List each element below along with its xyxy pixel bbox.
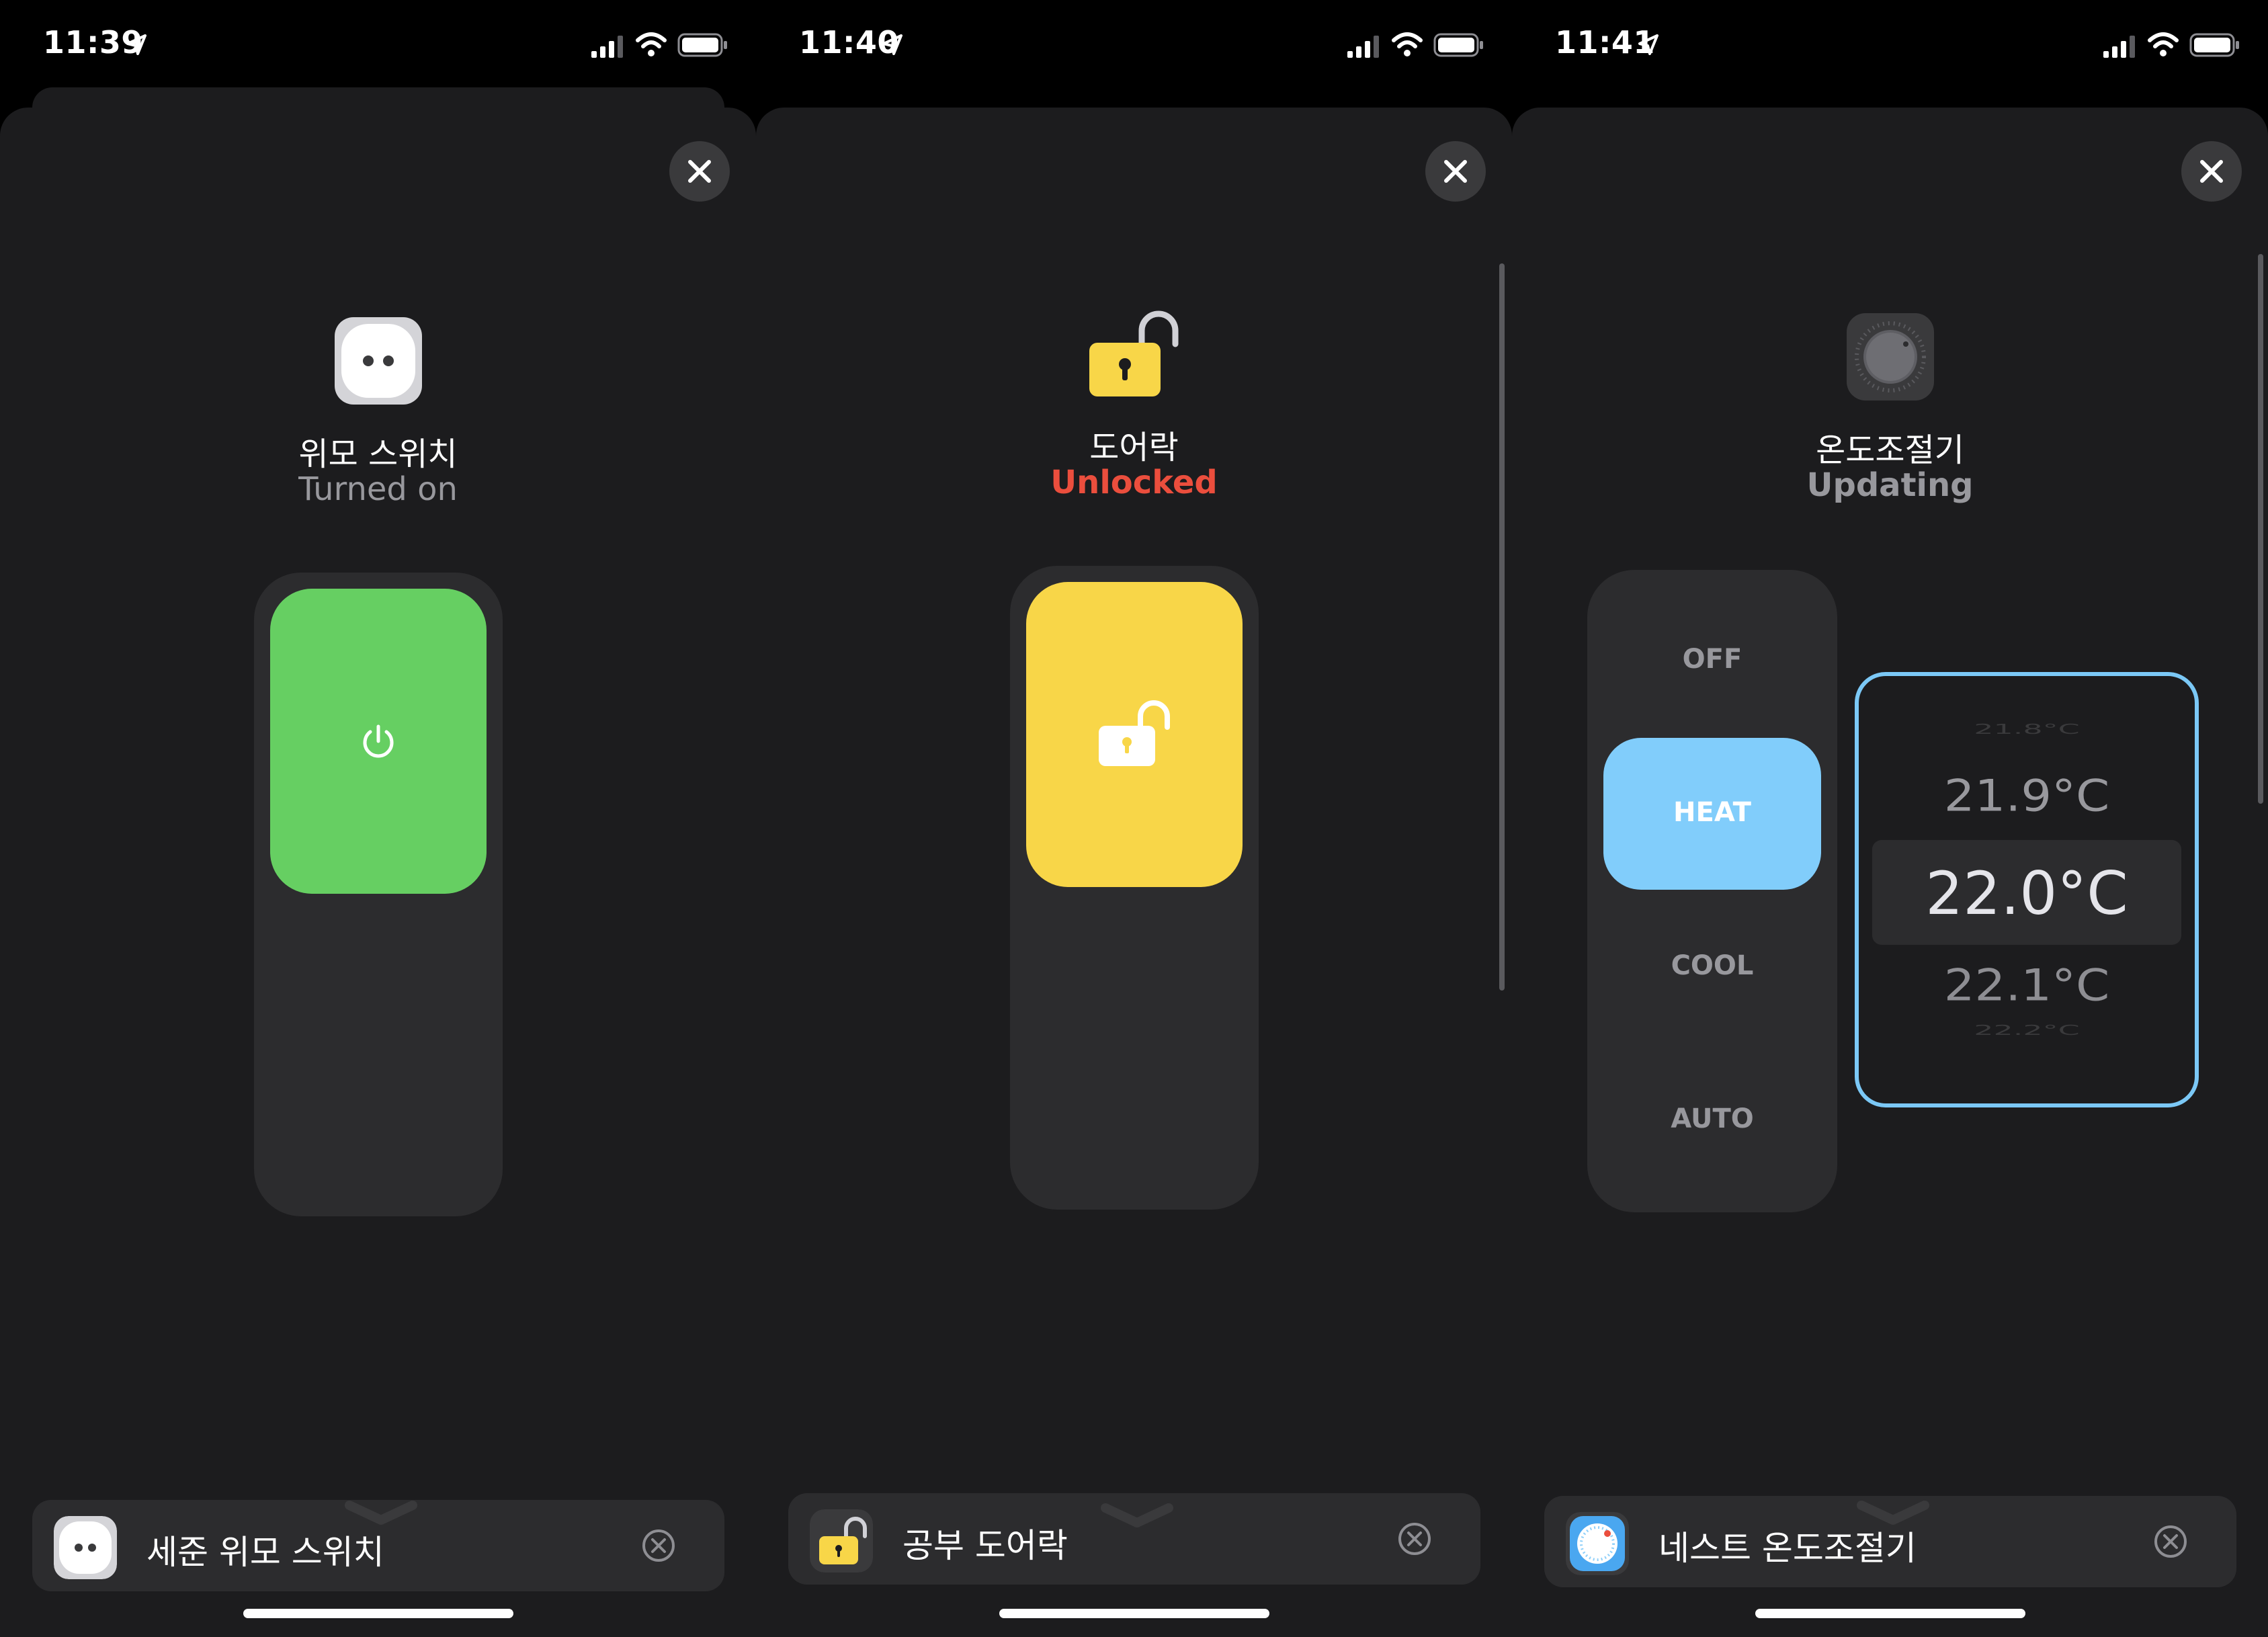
temperature-picker[interactable]: 21.8°C 21.9°C 22.0°C 22.1°C 22.2°C [1855, 672, 2199, 1107]
cellular-signal-icon [1347, 36, 1379, 58]
bottom-bar-label: 네스트 온도조절기 [1658, 1529, 1917, 1568]
dismiss-icon[interactable] [641, 1528, 676, 1563]
wifi-icon [1392, 32, 1423, 56]
lock-toggle-fill[interactable] [1026, 582, 1243, 887]
screen-thermostat: 11:41 온도조절기 Updating OFF HEAT COOL AUTO … [1512, 0, 2268, 1637]
close-button[interactable] [1425, 141, 1486, 202]
mode-off[interactable]: OFF [1587, 644, 1837, 675]
mode-auto[interactable]: AUTO [1587, 1103, 1837, 1134]
status-bar: 11:41 [1512, 0, 2268, 94]
home-indicator[interactable] [1755, 1609, 2025, 1618]
status-bar: 11:39 [0, 0, 756, 94]
temperature-option[interactable]: 22.2°C [1859, 1022, 2195, 1038]
battery-icon [2189, 33, 2239, 57]
temperature-option[interactable]: 21.8°C [1859, 721, 2195, 737]
accessory-status: Unlocked [1050, 464, 1218, 501]
close-button[interactable] [669, 141, 730, 202]
temperature-option[interactable]: 22.1°C [1859, 960, 2195, 1011]
cellular-signal-icon [591, 36, 623, 58]
battery-icon [1433, 33, 1483, 57]
battery-icon [677, 33, 727, 57]
screen-door-lock: 11:40 도어락 Unlocked 공부 도어락 [756, 0, 1512, 1637]
home-indicator[interactable] [243, 1609, 513, 1618]
power-toggle-track[interactable] [254, 573, 503, 1216]
location-arrow-icon [1638, 34, 1658, 55]
power-outlet-icon [335, 317, 422, 405]
accessory-name: 온도조절기 [1816, 431, 1964, 469]
chevron-down-icon[interactable] [1856, 1500, 1930, 1527]
mode-selector[interactable]: OFF HEAT COOL AUTO [1587, 570, 1837, 1212]
chevron-down-icon[interactable] [1100, 1503, 1174, 1529]
accessory-status: Updating [1806, 466, 1974, 504]
accessory-status: Turned on [298, 470, 458, 508]
scroll-indicator[interactable] [2258, 254, 2263, 804]
scroll-indicator[interactable] [1499, 263, 1505, 991]
thermostat-dial-icon [1847, 313, 1934, 401]
mode-heat[interactable]: HEAT [1587, 797, 1837, 828]
bottom-bar-label: 세준 위모 스위치 [146, 1533, 384, 1572]
screen-outlet: 11:39 위모 스위치 Turned on 세준 위모 스위치 [0, 0, 756, 1637]
lock-toggle-track[interactable] [1010, 566, 1259, 1210]
power-toggle-fill[interactable] [270, 589, 487, 894]
home-indicator[interactable] [999, 1609, 1269, 1618]
nest-app-icon [1566, 1512, 1629, 1575]
power-outlet-icon [54, 1516, 117, 1579]
mode-cool[interactable]: COOL [1587, 950, 1837, 981]
bottom-bar-label: 공부 도어락 [902, 1526, 1068, 1565]
power-icon [363, 724, 394, 758]
temperature-selected-value[interactable]: 22.0°C [1859, 859, 2195, 928]
accessory-name: 위모 스위치 [298, 435, 458, 473]
location-arrow-icon [882, 34, 902, 55]
cellular-signal-icon [2103, 36, 2135, 58]
close-icon [1444, 160, 1467, 183]
close-icon [688, 160, 711, 183]
unlocked-padlock-icon [1089, 310, 1179, 396]
unlocked-padlock-icon [1099, 700, 1170, 766]
wifi-icon [636, 32, 667, 56]
dismiss-icon[interactable] [2153, 1524, 2188, 1559]
close-button[interactable] [2181, 141, 2242, 202]
wifi-icon [2148, 32, 2179, 56]
close-icon [2200, 160, 2223, 183]
dismiss-icon[interactable] [1397, 1521, 1432, 1556]
accessory-name: 도어락 [1089, 429, 1179, 466]
status-bar: 11:40 [756, 0, 1512, 94]
temperature-option[interactable]: 21.9°C [1859, 770, 2195, 821]
unlocked-padlock-icon [810, 1509, 873, 1572]
chevron-down-icon[interactable] [344, 1500, 418, 1527]
location-arrow-icon [126, 34, 146, 55]
